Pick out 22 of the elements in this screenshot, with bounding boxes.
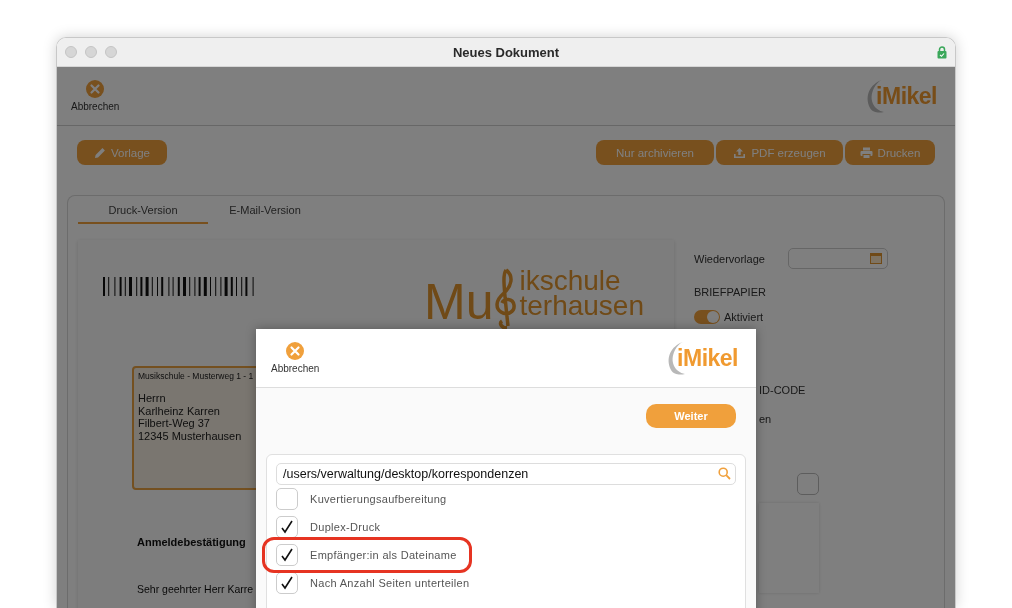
field-label: Wiedervorlage xyxy=(694,252,766,265)
logo-text: iMikel xyxy=(677,344,738,372)
section-heading: BRIEFPAPIER xyxy=(694,286,766,298)
window-title: Neues Dokument xyxy=(451,44,561,60)
logo-text: iMikel xyxy=(876,82,937,110)
letter-subject: Anmeldebestätigung xyxy=(137,536,246,548)
address-line: Filbert-Weg 37 xyxy=(138,417,210,430)
logo-text: terhausen xyxy=(519,293,644,318)
sender-line: Musikschule - Musterweg 1 - 1 xyxy=(138,371,255,381)
option-label: Nach Anzahl Seiten unterteilen xyxy=(310,577,470,589)
section-heading: ID-CODE xyxy=(759,384,806,396)
option-label: en xyxy=(759,413,772,425)
address-line: Karlheinz Karren xyxy=(138,404,220,417)
logo-text: Mu xyxy=(424,274,494,330)
option-label: Kuvertierungsaufbereitung xyxy=(310,493,447,505)
address-line: Herrn xyxy=(138,392,166,405)
option-label: Duplex-Druck xyxy=(310,521,381,533)
toggle-label: Aktiviert xyxy=(724,311,764,323)
salutation-text: Sehr geehrter Herr Karre xyxy=(137,583,254,595)
address-line: 12345 Musterhausen xyxy=(138,429,242,442)
logo-text: ikschule xyxy=(519,268,621,293)
option-label: Empfänger:in als Dateiname xyxy=(310,549,457,561)
